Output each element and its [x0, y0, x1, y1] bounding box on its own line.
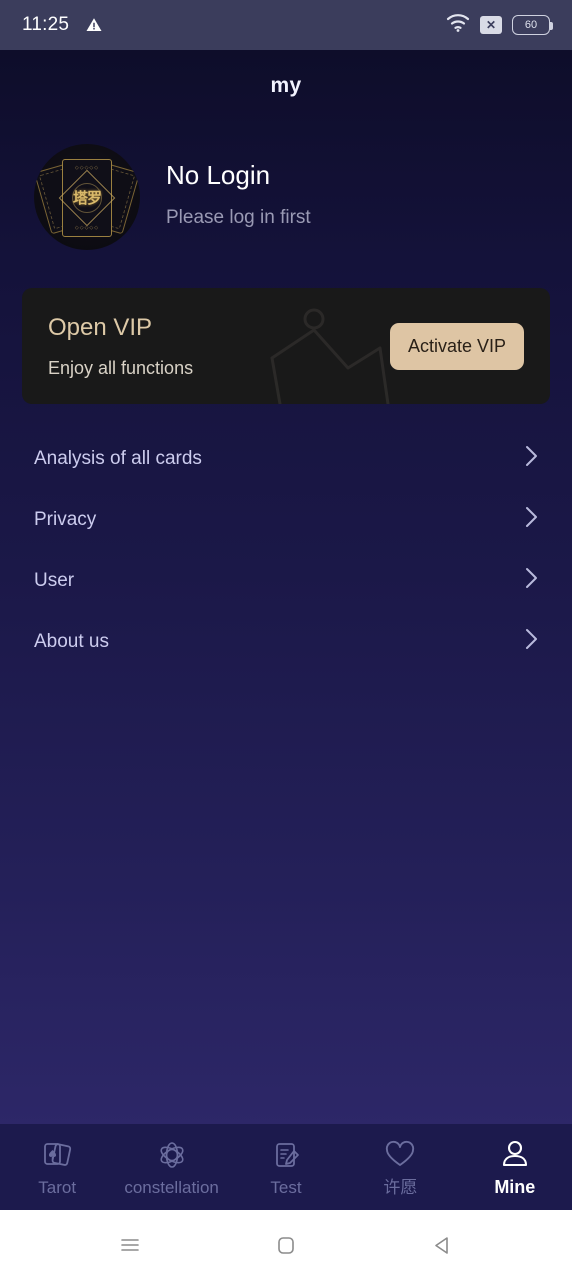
no-sim-icon: ✕	[480, 16, 502, 34]
profile-text: No Login Please log in first	[166, 160, 311, 235]
profile-subtitle: Please log in first	[166, 206, 311, 228]
status-clock: 11:25	[22, 14, 70, 35]
tab-constellation[interactable]: constellation	[114, 1124, 228, 1210]
tab-label: constellation	[124, 1177, 219, 1197]
tab-wish[interactable]: 许愿	[343, 1124, 457, 1210]
menu-item-user[interactable]: User	[34, 550, 538, 611]
app-content: my ◇◇◇◇◇ 塔罗 ◇◇◇◇◇ No Login Please log in…	[0, 50, 572, 1210]
menu-item-label: Analysis of all cards	[34, 447, 202, 469]
battery-level-label: 60	[524, 18, 538, 31]
tab-label: Test	[270, 1177, 302, 1197]
document-edit-icon	[270, 1139, 302, 1171]
cards-icon	[41, 1139, 73, 1171]
android-nav-bar	[0, 1210, 572, 1280]
no-sim-glyph: ✕	[485, 18, 497, 32]
tab-tarot[interactable]: Tarot	[0, 1124, 114, 1210]
battery-icon: 60	[512, 15, 553, 35]
back-icon[interactable]	[429, 1232, 455, 1258]
menu-item-analysis-of-all-cards[interactable]: Analysis of all cards	[34, 428, 538, 489]
page-title: my	[270, 74, 302, 97]
vip-banner[interactable]: Open VIP Enjoy all functions Activate VI…	[22, 288, 550, 404]
phone-screen: 11:25 ✕ 60 my ◇◇◇◇◇ 塔罗 ◇◇◇◇◇ No Login Pl…	[0, 0, 572, 1280]
status-icons: ✕ 60	[446, 13, 553, 37]
app-header: my	[0, 50, 572, 122]
menu-item-label: About us	[34, 630, 109, 652]
profile-section[interactable]: ◇◇◇◇◇ 塔罗 ◇◇◇◇◇ No Login Please log in fi…	[0, 122, 572, 250]
home-icon[interactable]	[273, 1232, 299, 1258]
bottom-tab-bar: Tarot constellation Test 许愿 Mine	[0, 1124, 572, 1210]
vip-subtitle: Enjoy all functions	[48, 357, 194, 378]
chevron-right-icon	[525, 506, 538, 533]
status-bar: 11:25 ✕ 60	[0, 0, 572, 50]
menu-item-privacy[interactable]: Privacy	[34, 489, 538, 550]
warning-triangle-icon	[85, 16, 103, 34]
profile-name: No Login	[166, 159, 271, 190]
menu-item-label: Privacy	[34, 508, 97, 530]
tab-label: Tarot	[38, 1177, 77, 1197]
chevron-right-icon	[525, 567, 538, 594]
chevron-right-icon	[525, 445, 538, 472]
tab-mine[interactable]: Mine	[458, 1124, 572, 1210]
tab-label: Mine	[494, 1177, 536, 1197]
tab-label: 许愿	[383, 1177, 418, 1197]
tab-test[interactable]: Test	[229, 1124, 343, 1210]
wifi-icon	[446, 13, 470, 37]
chevron-right-icon	[525, 628, 538, 655]
heart-icon	[384, 1139, 416, 1171]
menu-list: Analysis of all cards Privacy User About…	[0, 428, 572, 672]
atom-icon	[156, 1139, 188, 1171]
crown-icon	[270, 308, 390, 404]
activate-vip-button[interactable]: Activate VIP	[389, 322, 524, 370]
avatar[interactable]: ◇◇◇◇◇ 塔罗 ◇◇◇◇◇	[34, 144, 140, 250]
vip-title: Open VIP	[48, 313, 153, 341]
vip-texts: Open VIP Enjoy all functions	[48, 314, 193, 379]
menu-item-about-us[interactable]: About us	[34, 611, 538, 672]
avatar-card-center: ◇◇◇◇◇ 塔罗 ◇◇◇◇◇	[58, 159, 116, 237]
recents-icon[interactable]	[117, 1232, 143, 1258]
menu-item-label: User	[34, 569, 75, 591]
avatar-card-label: 塔罗	[72, 189, 102, 207]
avatar-card-tick-bottom: ◇◇◇◇◇	[74, 225, 100, 231]
person-icon	[499, 1138, 531, 1170]
